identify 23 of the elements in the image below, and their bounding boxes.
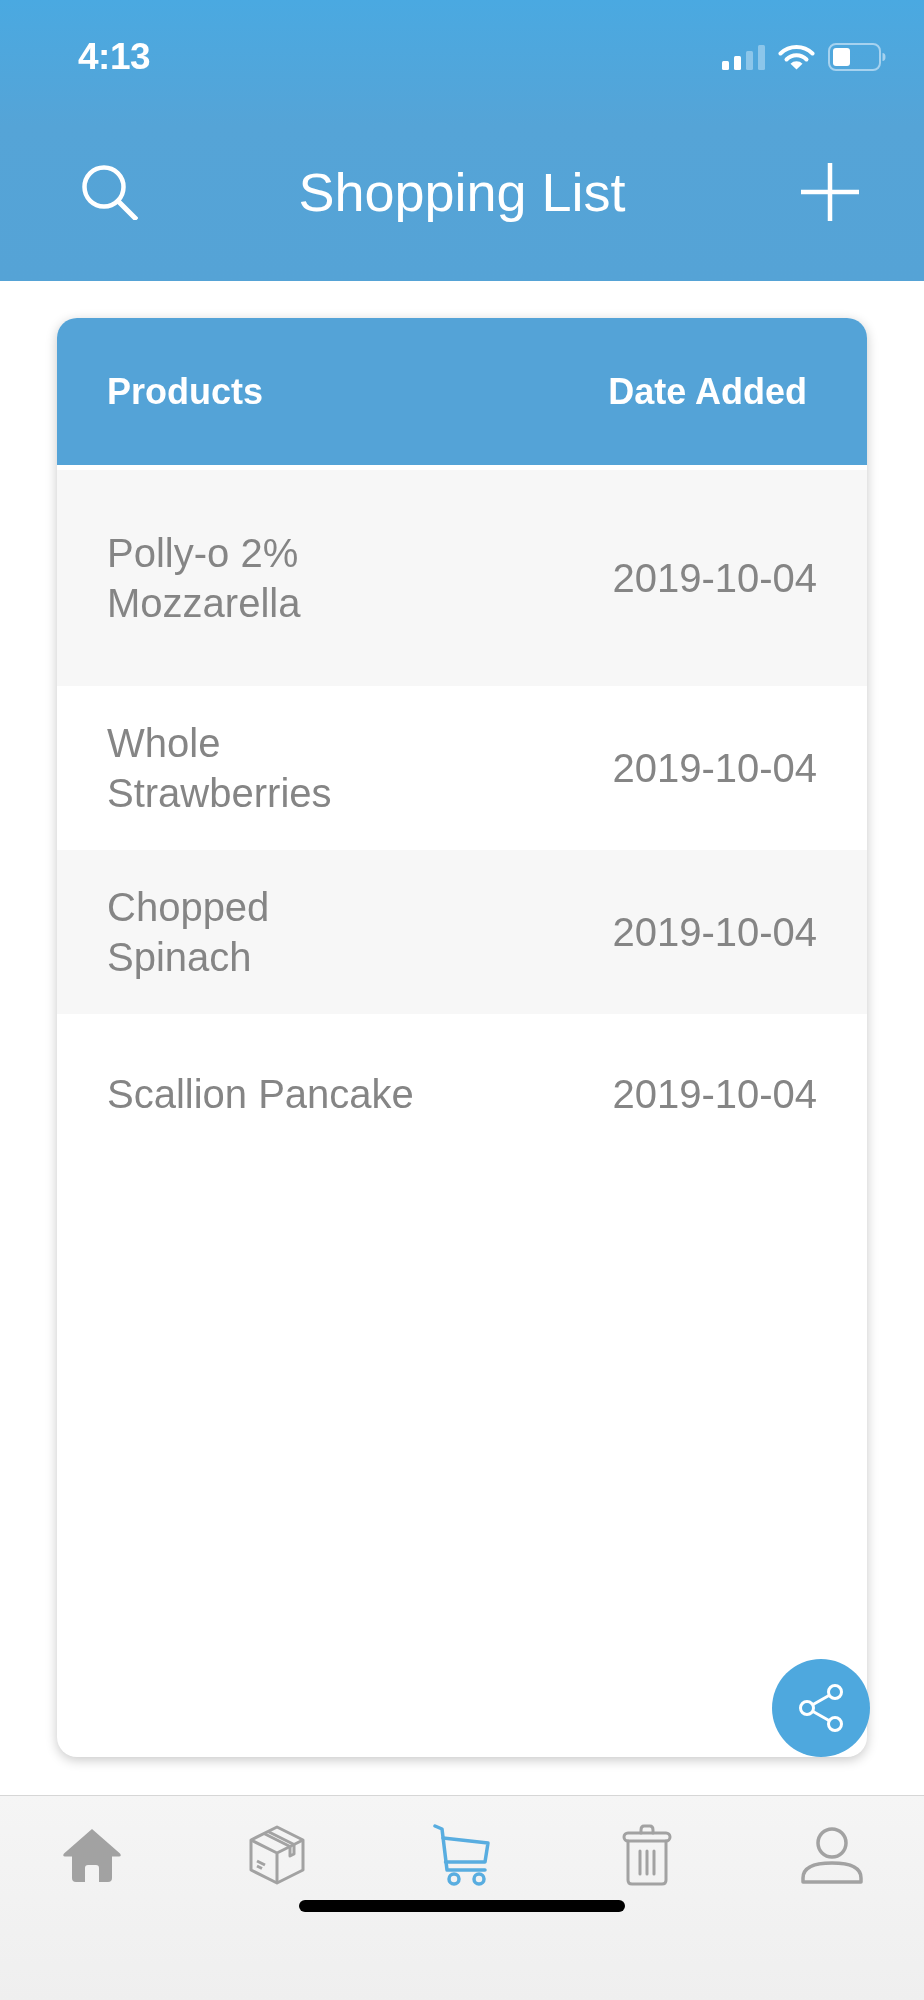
share-icon xyxy=(798,1684,844,1732)
column-header: Products xyxy=(107,370,264,413)
home-icon[interactable] xyxy=(61,1827,124,1883)
wifi-icon xyxy=(778,44,815,70)
trash-icon[interactable] xyxy=(621,1824,672,1886)
page-title: Shopping List xyxy=(298,161,626,223)
signal-icon xyxy=(722,44,765,70)
date-added: 2019-10-04 xyxy=(612,1071,817,1118)
plus-icon[interactable] xyxy=(801,163,859,221)
search-icon[interactable] xyxy=(81,164,138,220)
battery-icon xyxy=(828,43,886,71)
product-name: Scallion Pancake xyxy=(107,1071,415,1118)
status-time: 4:13 xyxy=(78,36,151,78)
product-name: Whole Strawberries xyxy=(107,720,333,817)
product-name: Polly-o 2% Mozzarella xyxy=(107,530,302,627)
date-added: 2019-10-04 xyxy=(612,745,817,792)
person-icon[interactable] xyxy=(800,1826,863,1884)
date-added: 2019-10-04 xyxy=(612,555,817,602)
column-header: Date Added xyxy=(608,370,807,413)
date-added: 2019-10-04 xyxy=(612,909,817,956)
cart-icon[interactable] xyxy=(433,1824,491,1886)
box-icon[interactable] xyxy=(249,1825,306,1885)
product-name: Chopped Spinach xyxy=(107,884,271,981)
